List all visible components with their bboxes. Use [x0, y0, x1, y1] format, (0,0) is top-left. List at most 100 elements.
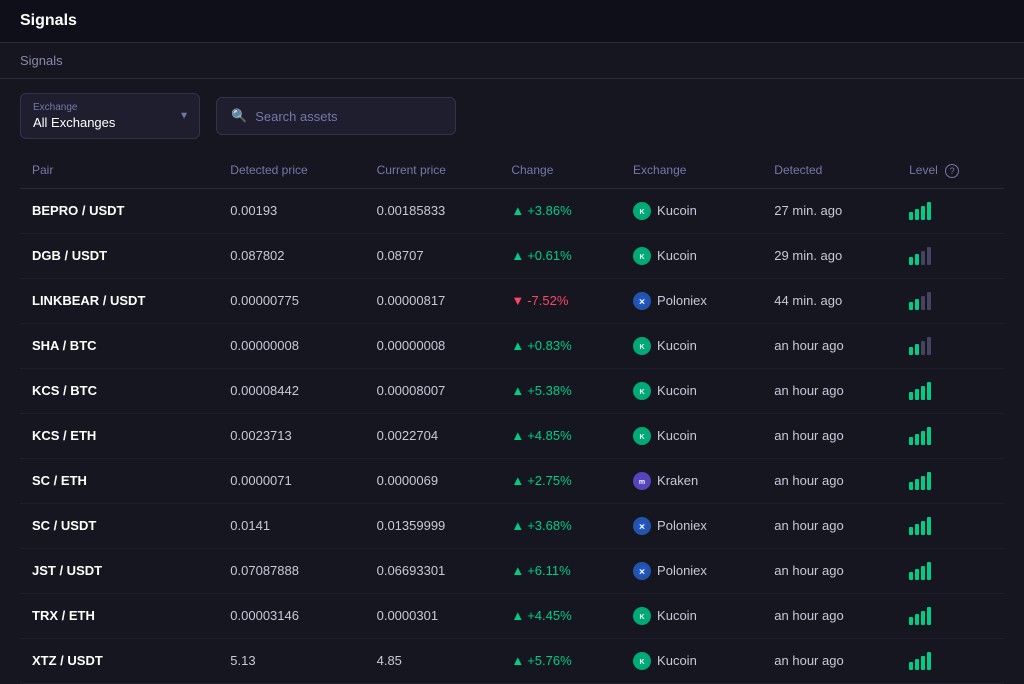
table-row[interactable]: LINKBEAR / USDT0.000007750.00000817▼ -7.…: [20, 278, 1004, 323]
table-row[interactable]: SC / USDT0.01410.01359999▲ +3.68%✕Poloni…: [20, 503, 1004, 548]
level-bar-4: [927, 607, 931, 625]
change-value: -7.52%: [527, 293, 568, 308]
level-bar-3: [921, 656, 925, 670]
level-bar-3: [921, 386, 925, 400]
table-row[interactable]: SHA / BTC0.000000080.00000008▲ +0.83%KKu…: [20, 323, 1004, 368]
table-row[interactable]: XTZ / USDT5.134.85▲ +5.76%KKucoinan hour…: [20, 638, 1004, 683]
kucoin-icon: K: [633, 202, 651, 220]
cell-detected-price: 0.00000008: [218, 323, 364, 368]
cell-pair: SC / USDT: [20, 503, 218, 548]
cell-current-price: 0.00000817: [365, 278, 500, 323]
level-bars: [909, 472, 992, 490]
cell-detected-price: 0.00008442: [218, 368, 364, 413]
col-detected-price: Detected price: [218, 153, 364, 188]
cell-level: [897, 278, 1004, 323]
level-bar-1: [909, 482, 913, 490]
svg-text:✕: ✕: [639, 567, 646, 576]
signals-table-container: Pair Detected price Current price Change…: [0, 153, 1024, 684]
cell-pair: KCS / BTC: [20, 368, 218, 413]
cell-level: [897, 503, 1004, 548]
level-bar-4: [927, 562, 931, 580]
col-exchange: Exchange: [621, 153, 762, 188]
search-input[interactable]: [255, 109, 435, 124]
kraken-icon: m: [633, 472, 651, 490]
table-row[interactable]: DGB / USDT0.0878020.08707▲ +0.61%KKucoin…: [20, 233, 1004, 278]
cell-exchange: KKucoin: [621, 323, 762, 368]
level-bar-3: [921, 341, 925, 355]
cell-exchange: KKucoin: [621, 413, 762, 458]
level-bar-4: [927, 382, 931, 400]
exchange-value: All Exchanges: [33, 115, 115, 130]
cell-pair: LINKBEAR / USDT: [20, 278, 218, 323]
cell-change: ▲ +5.76%: [499, 638, 621, 683]
search-icon: 🔍: [231, 108, 247, 124]
table-row[interactable]: SC / ETH0.00000710.0000069▲ +2.75%mKrake…: [20, 458, 1004, 503]
exchange-name: Kucoin: [657, 248, 697, 263]
cell-detected-time: 44 min. ago: [762, 278, 897, 323]
cell-detected-price: 0.0000071: [218, 458, 364, 503]
level-bar-4: [927, 337, 931, 355]
table-row[interactable]: KCS / BTC0.000084420.00008007▲ +5.38%KKu…: [20, 368, 1004, 413]
kucoin-icon: K: [633, 382, 651, 400]
exchange-name: Kucoin: [657, 338, 697, 353]
cell-level: [897, 368, 1004, 413]
cell-exchange: ✕Poloniex: [621, 278, 762, 323]
table-row[interactable]: KCS / ETH0.00237130.0022704▲ +4.85%KKuco…: [20, 413, 1004, 458]
poloniex-icon: ✕: [633, 517, 651, 535]
change-value: +0.83%: [527, 338, 571, 353]
cell-change: ▲ +0.83%: [499, 323, 621, 368]
cell-detected-price: 0.0141: [218, 503, 364, 548]
level-bar-1: [909, 212, 913, 220]
arrow-up-icon: ▲: [511, 518, 524, 533]
change-value: +0.61%: [527, 248, 571, 263]
cell-current-price: 0.00185833: [365, 188, 500, 233]
signals-table: Pair Detected price Current price Change…: [20, 153, 1004, 684]
cell-detected-time: an hour ago: [762, 323, 897, 368]
level-bar-1: [909, 302, 913, 310]
exchange-name: Kucoin: [657, 653, 697, 668]
cell-pair: SC / ETH: [20, 458, 218, 503]
cell-exchange: ✕Poloniex: [621, 503, 762, 548]
arrow-down-icon: ▼: [511, 293, 524, 308]
cell-current-price: 0.00000008: [365, 323, 500, 368]
exchange-name: Kucoin: [657, 383, 697, 398]
cell-detected-time: an hour ago: [762, 413, 897, 458]
table-row[interactable]: BEPRO / USDT0.001930.00185833▲ +3.86%KKu…: [20, 188, 1004, 233]
kucoin-icon: K: [633, 247, 651, 265]
level-bars: [909, 292, 992, 310]
level-bar-3: [921, 296, 925, 310]
cell-level: [897, 593, 1004, 638]
cell-level: [897, 548, 1004, 593]
cell-pair: DGB / USDT: [20, 233, 218, 278]
cell-detected-price: 0.00193: [218, 188, 364, 233]
arrow-up-icon: ▲: [511, 248, 524, 263]
cell-detected-price: 5.13: [218, 638, 364, 683]
level-bar-4: [927, 292, 931, 310]
cell-change: ▲ +3.68%: [499, 503, 621, 548]
cell-change: ▲ +4.45%: [499, 593, 621, 638]
cell-level: [897, 638, 1004, 683]
change-value: +3.68%: [527, 518, 571, 533]
level-bar-1: [909, 257, 913, 265]
level-bars: [909, 247, 992, 265]
cell-exchange: KKucoin: [621, 593, 762, 638]
cell-change: ▼ -7.52%: [499, 278, 621, 323]
level-bar-3: [921, 566, 925, 580]
cell-pair: JST / USDT: [20, 548, 218, 593]
cell-change: ▲ +0.61%: [499, 233, 621, 278]
level-bar-3: [921, 521, 925, 535]
cell-level: [897, 233, 1004, 278]
exchange-name: Poloniex: [657, 563, 707, 578]
cell-current-price: 0.00008007: [365, 368, 500, 413]
table-row[interactable]: TRX / ETH0.000031460.0000301▲ +4.45%KKuc…: [20, 593, 1004, 638]
cell-change: ▲ +3.86%: [499, 188, 621, 233]
table-row[interactable]: JST / USDT0.070878880.06693301▲ +6.11%✕P…: [20, 548, 1004, 593]
arrow-up-icon: ▲: [511, 563, 524, 578]
exchange-label: Exchange: [33, 102, 163, 113]
level-bar-2: [915, 344, 919, 355]
cell-exchange: ✕ Poloniex: [621, 548, 762, 593]
cell-exchange: K Kucoin: [621, 368, 762, 413]
level-bars: [909, 517, 992, 535]
change-value: +4.85%: [527, 428, 571, 443]
exchange-dropdown[interactable]: Exchange All Exchanges ▼: [20, 93, 200, 139]
